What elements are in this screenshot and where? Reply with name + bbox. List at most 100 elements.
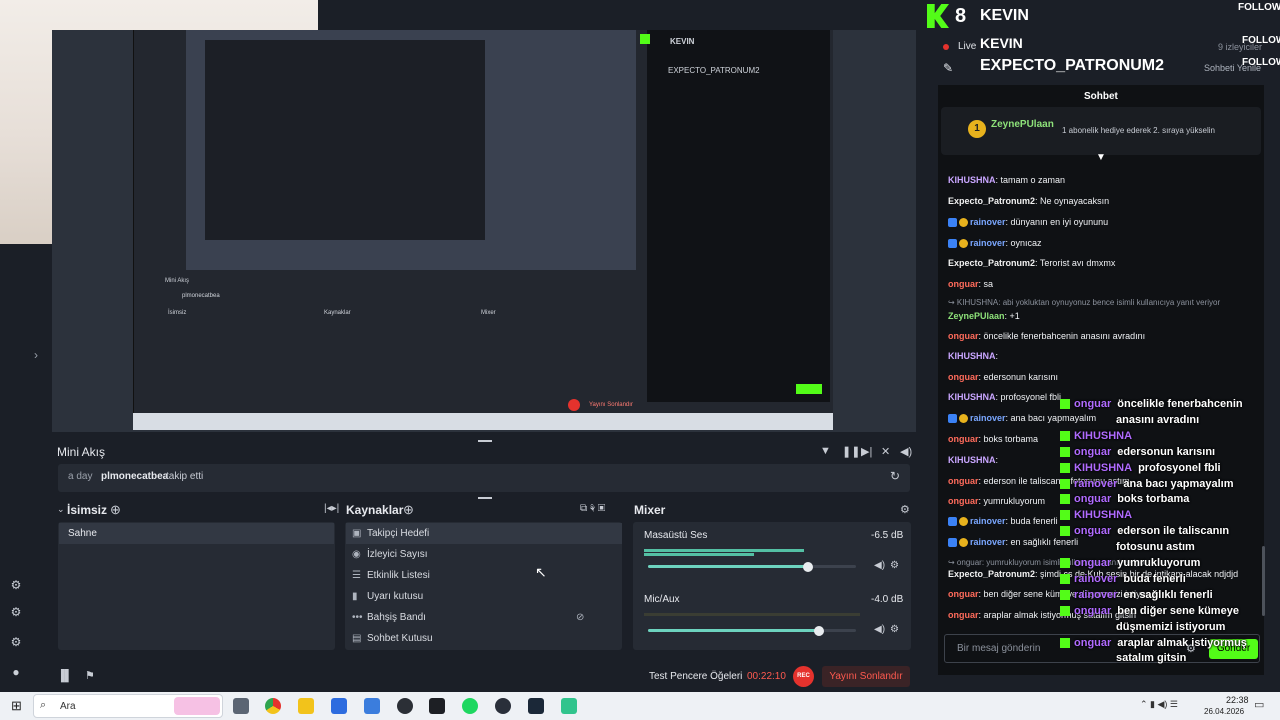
- file-explorer-icon[interactable]: [298, 698, 314, 714]
- skip-icon[interactable]: ▶|: [861, 445, 872, 458]
- expand-chevron-icon[interactable]: ›: [34, 348, 38, 362]
- chat-username[interactable]: Expecto_Patronum2: [948, 569, 1035, 579]
- mute-desktop-icon[interactable]: ◀): [874, 560, 885, 571]
- add-source-icon[interactable]: ⊕: [403, 502, 414, 518]
- follow-button-3[interactable]: FOLLOW: [1242, 57, 1280, 68]
- chat-username[interactable]: onguar: [948, 589, 979, 599]
- overlay-text: düşmemizi istiyorum: [1116, 621, 1226, 633]
- chat-username[interactable]: onguar: [948, 434, 979, 444]
- mixer-title: Mixer: [634, 503, 666, 517]
- alert-test-icon[interactable]: ⚑: [85, 669, 95, 682]
- source-tools-icon[interactable]: ⧉ ⚘ ▣: [580, 503, 605, 514]
- taskbar-search[interactable]: ⌕ Ara: [33, 694, 223, 718]
- chat-username[interactable]: onguar: [948, 476, 979, 486]
- app-circle-icon[interactable]: [397, 698, 413, 714]
- studio-mode-icon[interactable]: ⚙: [8, 577, 24, 593]
- steam-icon[interactable]: [528, 698, 544, 714]
- kick-badge-icon: [1060, 447, 1070, 458]
- spotify-icon[interactable]: [462, 698, 478, 714]
- source-item-takipci-hedefi[interactable]: ▣ Takipçi Hedefi: [346, 523, 622, 544]
- capcut-icon[interactable]: [429, 698, 445, 714]
- stats-icon[interactable]: ▐▌: [57, 670, 73, 682]
- nested-feed-user: plmonecatbea: [182, 293, 220, 299]
- chat-username[interactable]: rainover: [970, 238, 1006, 248]
- mixer-settings-icon[interactable]: ⚙: [900, 503, 910, 516]
- mute-mic-icon[interactable]: ◀): [874, 624, 885, 635]
- source-item-etkinlik-listesi[interactable]: ☰ Etkinlik Listesi: [346, 565, 622, 586]
- desktop-settings-icon[interactable]: ⚙: [890, 560, 899, 571]
- chat-text: : oynıcaz: [1005, 238, 1042, 248]
- overlay-text: profosyonel fbli: [1138, 462, 1221, 474]
- chat-username[interactable]: onguar: [948, 372, 979, 382]
- chat-username[interactable]: onguar: [948, 331, 979, 341]
- pause-icon[interactable]: ❚❚: [842, 445, 860, 458]
- plugins-icon[interactable]: ⚙: [8, 604, 24, 620]
- replay-icon[interactable]: ↻: [890, 469, 900, 483]
- source-item-sohbet-kutusu[interactable]: ▤ Sohbet Kutusu: [346, 628, 622, 649]
- overlay-message: onguar yumrukluyorum: [1060, 557, 1200, 569]
- chat-message: onguar: boks torbama: [948, 434, 1038, 444]
- chrome-icon[interactable]: [265, 698, 281, 714]
- volume-knob-mic[interactable]: [814, 626, 824, 636]
- live-label: Live: [958, 41, 977, 52]
- source-item-bahsis-bandi[interactable]: ••• Bahşiş Bandı ⊘: [346, 607, 622, 628]
- follow-button-2[interactable]: FOLLOW: [1242, 35, 1280, 46]
- windows-start-icon[interactable]: ⊞: [11, 698, 22, 714]
- chat-username[interactable]: KIHUSHNA: [948, 392, 996, 402]
- split-icon[interactable]: |◂▸|: [324, 503, 339, 514]
- mail-icon[interactable]: [364, 698, 380, 714]
- chat-username[interactable]: rainover: [970, 413, 1006, 423]
- chat-username[interactable]: ZeynePUlaan: [948, 311, 1005, 321]
- profile-icon[interactable]: ●: [8, 664, 24, 680]
- store-icon[interactable]: [331, 698, 347, 714]
- volume-icon[interactable]: ◀): [900, 445, 912, 458]
- overlay-message: onguar ben diğer sene kümeye: [1060, 605, 1239, 617]
- chat-username[interactable]: KIHUSHNA: [948, 455, 996, 465]
- chat-message: KIHUSHNA: tamam o zaman: [948, 175, 1065, 185]
- chat-username[interactable]: KIHUSHNA: [948, 175, 996, 185]
- chat-username[interactable]: onguar: [948, 496, 979, 506]
- obs-icon[interactable]: [495, 698, 511, 714]
- badge-count: 8: [955, 5, 967, 27]
- chat-username[interactable]: KIHUSHNA: [948, 351, 996, 361]
- source-item-uyari-kutusu[interactable]: ▮ Uyarı kutusu: [346, 586, 622, 607]
- mic-settings-icon[interactable]: ⚙: [890, 624, 899, 635]
- feed-time: a day: [68, 471, 93, 482]
- follow-button[interactable]: FOLLOW: [1238, 2, 1280, 13]
- filter-icon[interactable]: ▼: [820, 445, 831, 457]
- chat-username[interactable]: onguar: [948, 279, 979, 289]
- settings-icon[interactable]: ⚙: [8, 634, 24, 650]
- add-scene-icon[interactable]: ⊕: [110, 502, 121, 518]
- chat-username[interactable]: rainover: [970, 217, 1006, 227]
- chat-username[interactable]: Expecto_Patronum2: [948, 258, 1035, 268]
- chat-message: rainover: oynıcaz: [948, 238, 1042, 249]
- test-widgets-button[interactable]: Test Pencere Öğeleri: [649, 671, 742, 682]
- hidden-eye-icon[interactable]: ⊘: [576, 607, 584, 628]
- chat-message: onguar: sa: [948, 279, 993, 289]
- rec-button[interactable]: REC: [793, 666, 814, 687]
- tray-icons[interactable]: ⌃ ▮ ◀) ☰: [1140, 699, 1178, 710]
- chat-scrollbar[interactable]: [1262, 546, 1265, 616]
- chat-text: : yumrukluyorum: [978, 496, 1046, 506]
- edit-pencil-icon[interactable]: ✎: [943, 61, 953, 75]
- gifter-badge-icon: [959, 414, 968, 424]
- drag-handle-top[interactable]: [478, 440, 492, 442]
- source-item-izleyici-sayisi[interactable]: ◉ İzleyici Sayısı: [346, 544, 622, 565]
- chat-username[interactable]: rainover: [970, 537, 1006, 547]
- overlay-message: fotosunu astım: [1116, 541, 1195, 553]
- overlay-text: ben diğer sene kümeye: [1117, 605, 1239, 617]
- end-stream-button[interactable]: Yayını Sonlandır: [822, 666, 910, 687]
- volume-knob-desktop[interactable]: [803, 562, 813, 572]
- collapse-chevron-icon[interactable]: ⌄: [57, 504, 65, 515]
- chat-username[interactable]: rainover: [970, 516, 1006, 526]
- scene-item[interactable]: Sahne: [59, 523, 334, 544]
- chat-username[interactable]: Expecto_Patronum2: [948, 196, 1035, 206]
- notifications-icon[interactable]: ▭: [1254, 698, 1264, 711]
- overlay-text: buda fenerli: [1123, 573, 1186, 585]
- task-view-icon[interactable]: [233, 698, 249, 714]
- collapse-pinned-icon[interactable]: ▼: [1096, 152, 1106, 163]
- streamlabs-icon[interactable]: [561, 698, 577, 714]
- mute-alerts-icon[interactable]: ✕: [881, 445, 890, 458]
- drag-handle-middle[interactable]: [478, 497, 492, 499]
- chat-username[interactable]: onguar: [948, 610, 979, 620]
